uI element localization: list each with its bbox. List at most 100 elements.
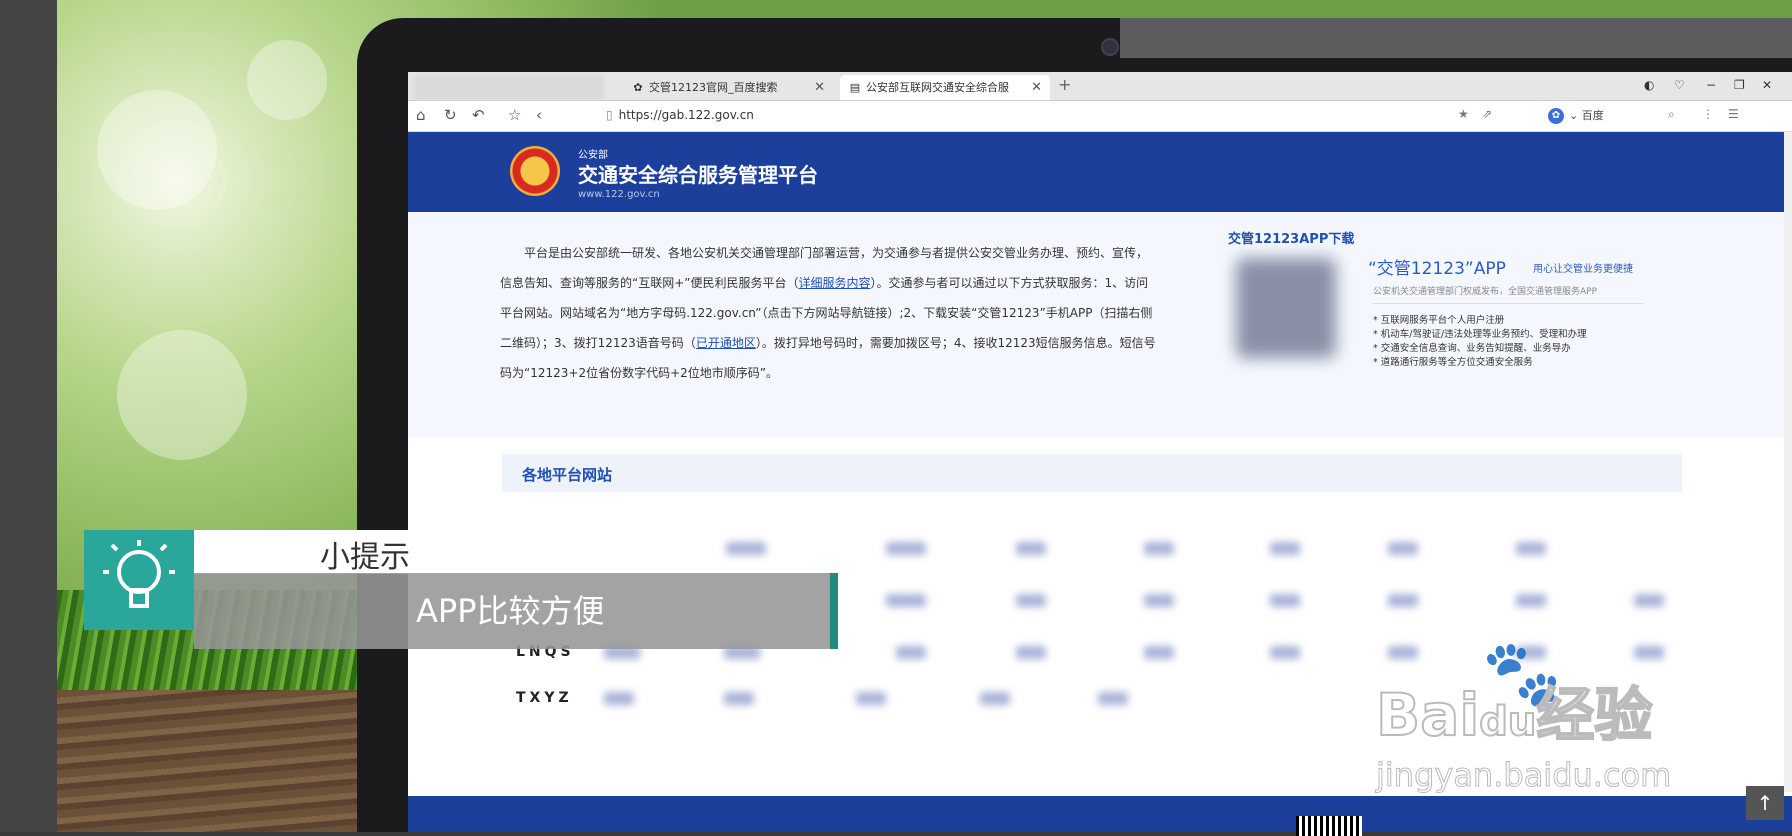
regional-link[interactable] — [1144, 542, 1174, 555]
close-icon[interactable]: ✕ — [814, 75, 825, 100]
close-icon[interactable]: ✕ — [1031, 75, 1042, 100]
home-icon[interactable]: ⌂ — [416, 106, 426, 124]
site-title[interactable]: 交通安全综合服务管理平台 — [578, 159, 818, 188]
watermark-part: du — [1478, 698, 1537, 746]
app-slogan: 用心让交管业务更便捷 — [1533, 264, 1633, 275]
watermark-url: jingyan.baidu.com — [1375, 756, 1672, 795]
intro-line: ）。交通参与者可以通 — [870, 276, 985, 290]
app-feature: * 机动车/驾驶证/违法处理等业务预约、受理和办理 — [1373, 329, 1587, 340]
bokeh-light — [247, 40, 327, 120]
browser-tab-bar: ✿ 交管12123官网_百度搜索 ✕ ▤ 公安部互联网交通安全综合服 ✕ + ◐ ♡… — [408, 72, 1792, 101]
site-header: 公安部 交通安全综合服务管理平台 www.122.gov.cn — [408, 132, 1792, 212]
open-regions-link[interactable]: 已开通地区 — [696, 336, 756, 350]
app-feature: * 道路通行服务等全方位交通安全服务 — [1373, 357, 1533, 368]
search-engine-selector[interactable]: ✿ ⌄ 百度 — [1548, 107, 1604, 124]
regional-link[interactable] — [1270, 594, 1300, 607]
minimize-icon[interactable]: − — [1706, 78, 1716, 92]
app-subtitle: 公安机关交通管理部门权威发布，全国交通管理服务APP — [1373, 284, 1643, 304]
star-icon[interactable]: ☆ — [508, 106, 521, 124]
scroll-top-button[interactable]: ↑ — [1746, 786, 1784, 820]
close-window-icon[interactable]: ✕ — [1762, 78, 1772, 92]
laptop-lid-edge — [1120, 18, 1792, 58]
app-qr-code — [1236, 258, 1336, 358]
paw-icon: ✿ — [633, 81, 643, 94]
regional-link[interactable] — [1388, 542, 1418, 555]
baidu-watermark: Baidu经验 — [1375, 668, 1653, 752]
site-footer — [408, 796, 1792, 832]
regional-link[interactable] — [604, 692, 634, 705]
regional-sites-title: 各地平台网站 — [522, 466, 613, 484]
service-details-link[interactable]: 详细服务内容 — [799, 276, 871, 290]
regional-link[interactable] — [724, 692, 754, 705]
tip-text: APP比较方便 — [416, 592, 605, 630]
tab-label: 公安部互联网交通安全综合服 — [866, 81, 1009, 94]
address-bar[interactable]: ▯ https://gab.122.gov.cn — [606, 108, 754, 122]
tip-accent-bar — [830, 573, 838, 649]
regional-link[interactable] — [1516, 594, 1546, 607]
lightbulb-icon — [84, 530, 194, 630]
regional-link[interactable] — [1388, 646, 1418, 659]
app-feature: * 互联网服务平台个人用户注册 — [1373, 315, 1505, 326]
watermark-part: 经验 — [1535, 680, 1653, 750]
site-domain: www.122.gov.cn — [578, 189, 660, 200]
share-icon[interactable]: ⇗ — [1482, 107, 1492, 121]
page-scrollbar[interactable] — [1784, 132, 1792, 792]
tab-label: 交管12123官网_百度搜索 — [649, 81, 778, 94]
intro-line: 位地市顺序码”。 — [687, 366, 778, 380]
new-tab-button[interactable]: + — [1058, 75, 1071, 94]
regional-link[interactable] — [980, 692, 1010, 705]
app-download-title: 交管12123APP下载 — [1228, 232, 1355, 247]
row-label-txyz: TXYZ — [516, 690, 573, 706]
regional-link[interactable] — [1634, 646, 1664, 659]
bokeh-light — [117, 330, 247, 460]
regional-link[interactable] — [886, 594, 926, 607]
tip-title: 小提示 — [320, 540, 410, 575]
page-icon: ▯ — [606, 108, 613, 122]
menu-dots-icon[interactable]: ⋮ — [1702, 107, 1714, 121]
intro-line: 平台是由公安部统一研发、各地公安机关交通管理部门部署运营，为交通参与者提供公安交… — [524, 246, 1077, 260]
regional-link[interactable] — [856, 692, 886, 705]
baidu-paw-icon: ✿ — [1548, 108, 1564, 124]
search-engine-label: 百度 — [1581, 109, 1604, 122]
url-text: https://gab.122.gov.cn — [618, 108, 754, 122]
search-icon[interactable]: ⌕ — [1668, 107, 1675, 122]
regional-link[interactable] — [886, 542, 926, 555]
regional-link[interactable] — [1270, 542, 1300, 555]
regional-link[interactable] — [1516, 542, 1546, 555]
tab-baidu-search[interactable]: ✿ 交管12123官网_百度搜索 ✕ — [623, 75, 833, 100]
regional-sites-header: 各地平台网站 — [502, 454, 1682, 492]
left-dark-margin — [0, 0, 57, 832]
shield-icon[interactable]: ◐ — [1644, 78, 1654, 92]
regional-link[interactable] — [1016, 594, 1046, 607]
tab-gov-platform[interactable]: ▤ 公安部互联网交通安全综合服 ✕ — [840, 75, 1050, 100]
page-icon: ▤ — [849, 81, 861, 94]
regional-link[interactable] — [726, 542, 766, 555]
reload-icon[interactable]: ↻ — [444, 106, 457, 124]
hamburger-icon[interactable]: ☰ — [1728, 107, 1739, 121]
maximize-icon[interactable]: ❐ — [1734, 78, 1745, 92]
regional-link[interactable] — [1144, 594, 1174, 607]
regional-link[interactable] — [1016, 542, 1046, 555]
tab-blurred[interactable] — [414, 75, 604, 100]
regional-link[interactable] — [1388, 594, 1418, 607]
intro-line: ）。 — [755, 336, 774, 350]
regional-link[interactable] — [1144, 646, 1174, 659]
regional-link[interactable] — [1098, 692, 1128, 705]
heart-icon[interactable]: ♡ — [1674, 78, 1685, 92]
bokeh-light — [97, 90, 217, 210]
intro-section: 平台是由公安部统一研发、各地公安机关交通管理部门部署运营，为交通参与者提供公安交… — [408, 212, 1792, 437]
webcam-icon — [1101, 38, 1119, 56]
undo-icon[interactable]: ↶ — [472, 106, 485, 124]
tip-title-bar — [194, 530, 714, 574]
intro-paragraph: 平台是由公安部统一研发、各地公安机关交通管理部门部署运营，为交通参与者提供公安交… — [500, 238, 1160, 388]
back-icon[interactable]: ‹ — [536, 106, 542, 124]
regional-link[interactable] — [1634, 594, 1664, 607]
app-name: “交管12123”APP — [1368, 259, 1506, 279]
watermark-part: Bai — [1375, 680, 1480, 750]
regional-link[interactable] — [1270, 646, 1300, 659]
app-feature: * 交通安全信息查询、业务告知提醒、业务导办 — [1373, 343, 1571, 354]
regional-link[interactable] — [1016, 646, 1046, 659]
police-emblem-icon — [510, 146, 560, 196]
regional-link[interactable] — [896, 646, 926, 659]
bookmark-star-icon[interactable]: ★ — [1458, 107, 1469, 121]
